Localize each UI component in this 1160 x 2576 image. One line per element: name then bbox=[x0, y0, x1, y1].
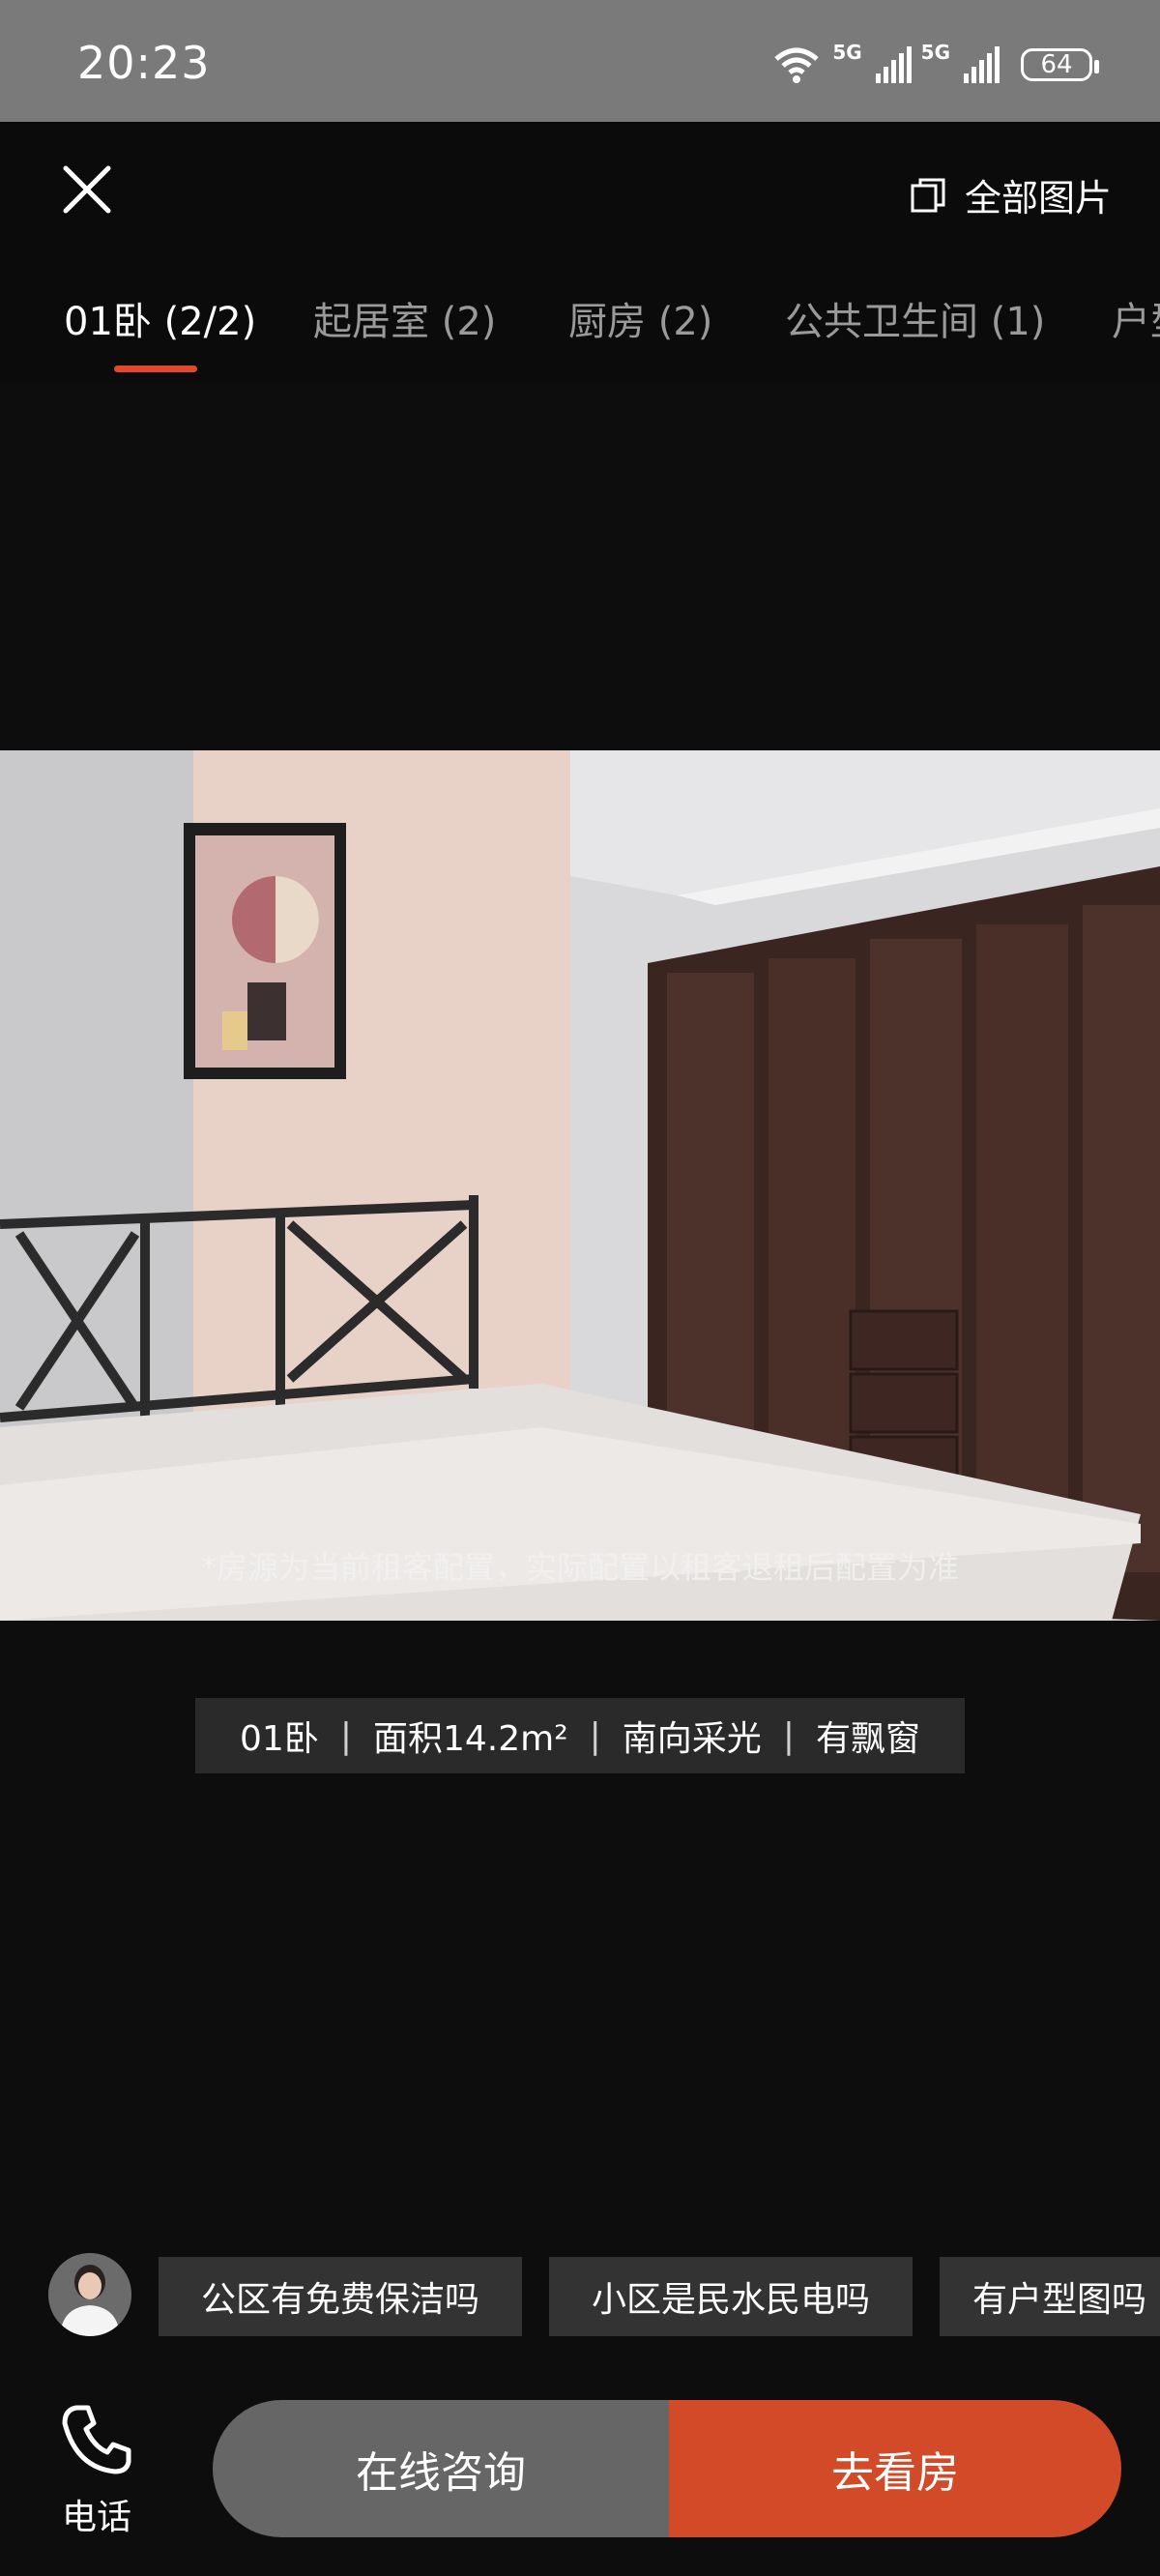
network-type-1: 5G bbox=[832, 41, 862, 64]
all-photos-label: 全部图片 bbox=[964, 177, 1112, 220]
phone-label: 电话 bbox=[61, 2498, 131, 2537]
close-button[interactable] bbox=[58, 161, 116, 219]
tab-floor-plan[interactable]: 户型 bbox=[1112, 290, 1160, 346]
bedroom-image bbox=[0, 750, 1160, 1621]
battery-icon: 64 bbox=[1021, 48, 1099, 81]
signal-icon-1 bbox=[875, 46, 912, 83]
agent-avatar-image bbox=[48, 2253, 131, 2336]
signal-icon-2 bbox=[964, 46, 1000, 83]
all-photos-button[interactable]: 全部图片 bbox=[909, 168, 1112, 221]
tab-kitchen[interactable]: 厨房 (2) bbox=[568, 290, 712, 346]
agent-avatar[interactable] bbox=[48, 2253, 131, 2336]
tab-public-bathroom[interactable]: 公共卫生间 (1) bbox=[785, 290, 1045, 346]
top-bar: 全部图片 bbox=[0, 122, 1160, 257]
room-orientation: 南向采光 bbox=[622, 1719, 762, 1759]
online-consult-button[interactable]: 在线咨询 bbox=[213, 2400, 669, 2537]
tab-living-room[interactable]: 起居室 (2) bbox=[313, 290, 496, 346]
status-time: 20:23 bbox=[77, 37, 211, 89]
tab-bedroom-01[interactable]: 01卧 (2/2) bbox=[64, 290, 256, 346]
wifi-icon bbox=[774, 47, 819, 83]
separator: | bbox=[782, 1715, 795, 1756]
gallery-icon bbox=[911, 178, 945, 212]
status-bar: 20:23 5G 5G 64 bbox=[0, 0, 1160, 122]
room-info-badge: 01卧 | 面积14.2m² | 南向采光 | 有飘窗 bbox=[195, 1698, 965, 1773]
question-chip[interactable]: 公区有免费保洁吗 bbox=[159, 2257, 522, 2336]
room-tabs: 01卧 (2/2) 起居室 (2) 厨房 (2) 公共卫生间 (1) 户型 bbox=[0, 257, 1160, 383]
room-photo[interactable]: *房源为当前租客配置，实际配置以租客退租后配置为准 bbox=[0, 750, 1160, 1621]
phone-icon bbox=[62, 2405, 131, 2474]
phone-button[interactable]: 电话 bbox=[50, 2398, 143, 2539]
active-tab-indicator bbox=[114, 366, 197, 372]
status-icons: 5G 5G 64 bbox=[770, 41, 1099, 89]
quick-questions-row: 公区有免费保洁吗 小区是民水民电吗 有户型图吗 bbox=[0, 2253, 1160, 2340]
battery-level: 64 bbox=[1040, 50, 1073, 79]
network-type-2: 5G bbox=[920, 41, 950, 64]
question-chip[interactable]: 小区是民水民电吗 bbox=[549, 2257, 913, 2336]
separator: | bbox=[589, 1715, 601, 1756]
separator: | bbox=[339, 1715, 352, 1756]
bottom-action-bar: 电话 在线咨询 去看房 bbox=[0, 2359, 1160, 2576]
question-chip[interactable]: 有户型图吗 bbox=[940, 2257, 1160, 2336]
close-icon bbox=[63, 165, 111, 214]
photo-disclaimer: *房源为当前租客配置，实际配置以租客退租后配置为准 bbox=[200, 1549, 959, 1586]
room-area: 面积14.2m² bbox=[372, 1719, 568, 1759]
room-feature: 有飘窗 bbox=[815, 1719, 920, 1759]
book-viewing-button[interactable]: 去看房 bbox=[669, 2400, 1121, 2537]
room-name: 01卧 bbox=[240, 1719, 319, 1759]
